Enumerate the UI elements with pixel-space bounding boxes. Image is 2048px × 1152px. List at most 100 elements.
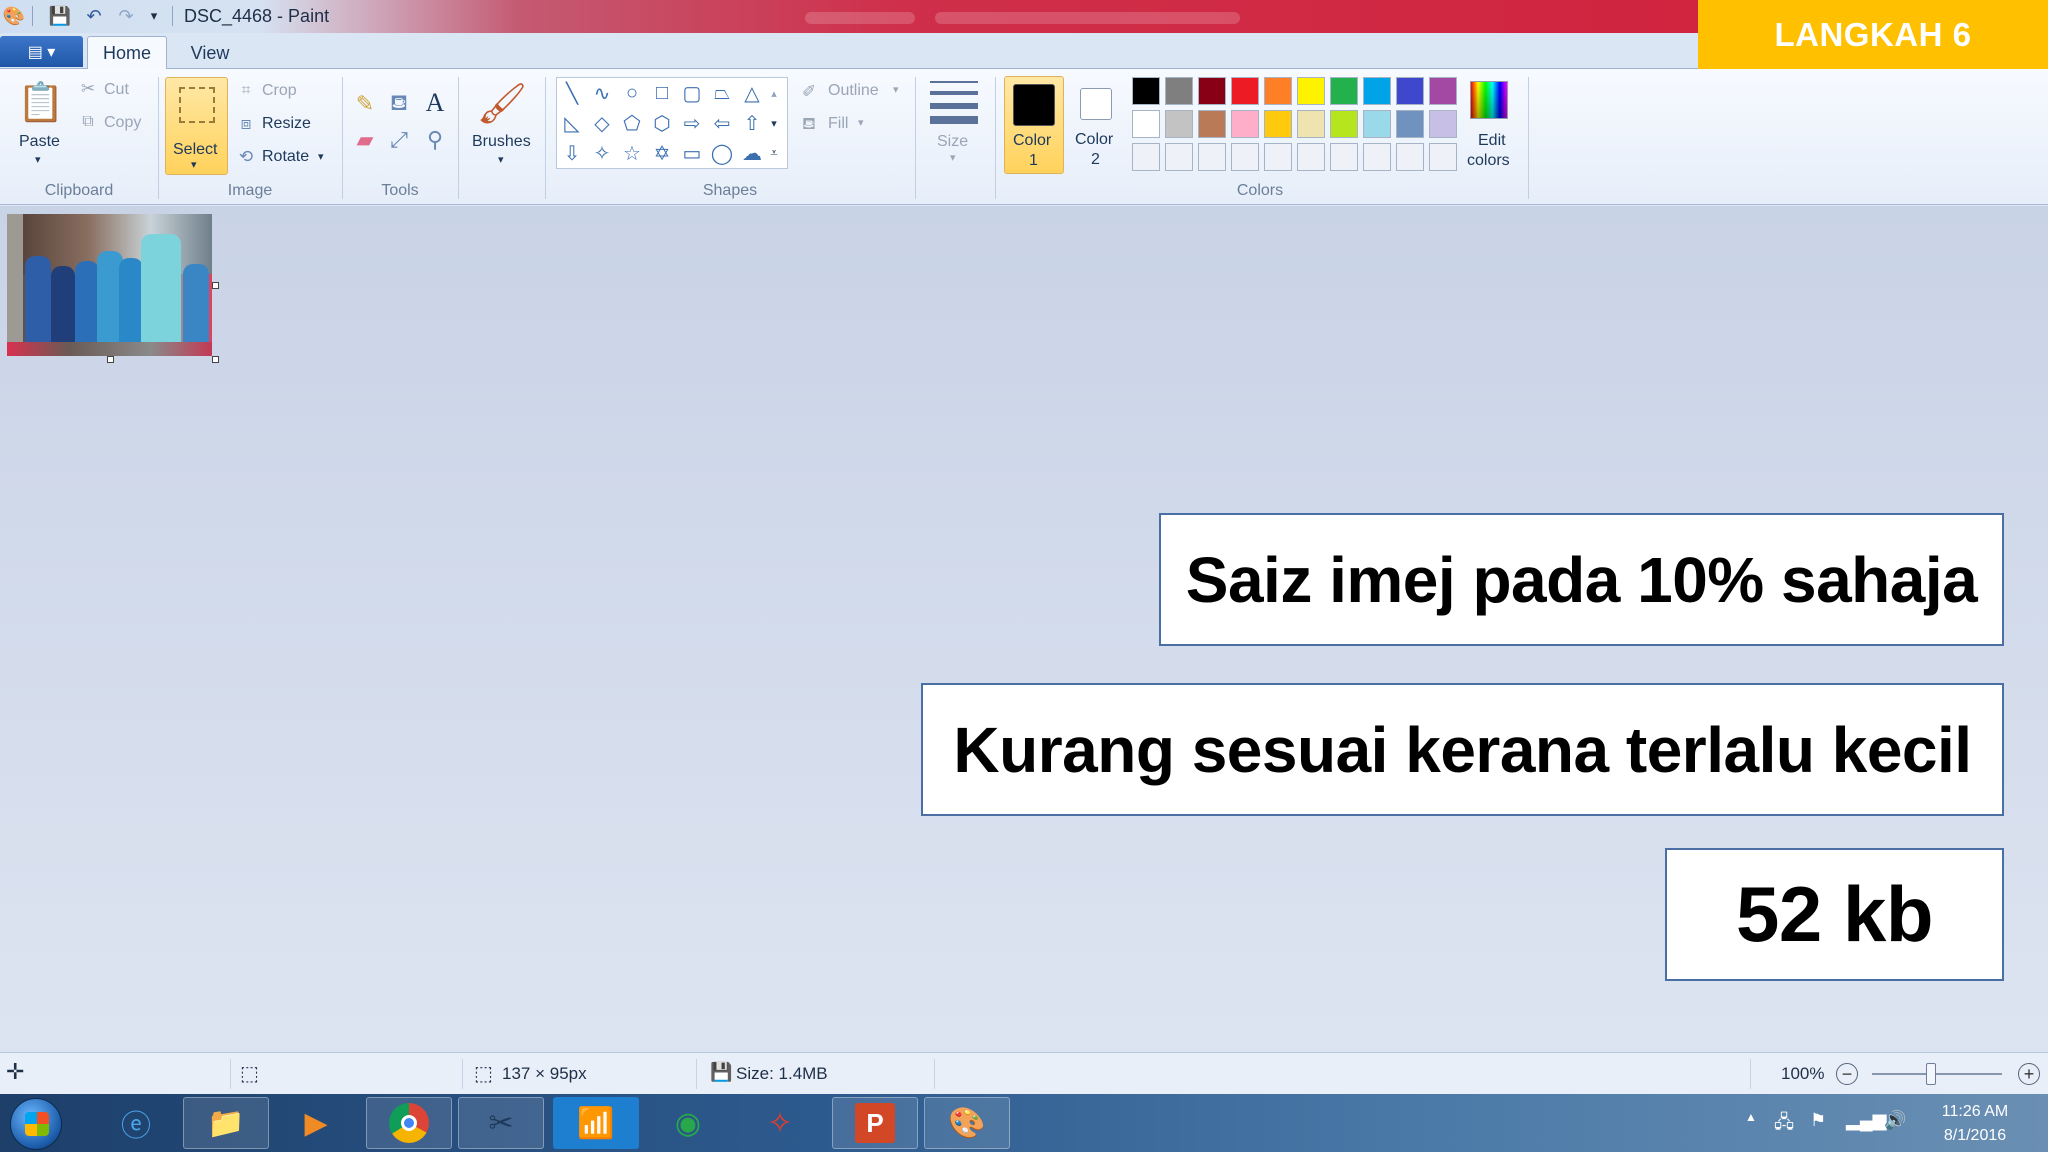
color-swatch[interactable] [1165, 77, 1193, 105]
empty-custom-color-swatch[interactable] [1396, 143, 1424, 171]
powerpoint-icon[interactable]: P [832, 1097, 918, 1149]
five-point-star-shape-icon[interactable]: ☆ [619, 140, 645, 166]
rectangle-shape-icon[interactable]: □ [649, 80, 675, 106]
empty-custom-color-swatch[interactable] [1231, 143, 1259, 171]
color-swatch[interactable] [1363, 110, 1391, 138]
down-arrow-shape-icon[interactable]: ⇩ [559, 140, 585, 166]
show-hidden-icons-icon[interactable]: ▲ [1745, 1110, 1757, 1124]
color-swatch[interactable] [1330, 77, 1358, 105]
volume-icon[interactable]: 🔊 [1884, 1110, 1906, 1131]
fill-dropdown-icon[interactable]: ▾ [858, 116, 864, 129]
tab-view[interactable]: View [178, 36, 242, 70]
file-menu-button[interactable]: ▤ ▾ [0, 36, 83, 67]
shapes-scroll-down-icon[interactable]: ▾ [763, 110, 785, 136]
paste-button[interactable]: Paste [19, 133, 60, 151]
four-point-star-shape-icon[interactable]: ✧ [589, 140, 615, 166]
curve-shape-icon[interactable]: ∿ [589, 80, 615, 106]
color-swatch[interactable] [1297, 77, 1325, 105]
text-tool-icon[interactable]: A [422, 88, 448, 117]
outline-button[interactable]: Outline [828, 82, 879, 100]
diamond-shape-icon[interactable]: ◇ [589, 110, 615, 136]
network-app-icon[interactable]: ◉ [645, 1097, 731, 1149]
empty-custom-color-swatch[interactable] [1264, 143, 1292, 171]
size-icon[interactable] [930, 81, 978, 125]
empty-custom-color-swatch[interactable] [1132, 143, 1160, 171]
start-button[interactable] [10, 1098, 62, 1150]
shapes-scroll-up-icon[interactable]: ▴ [763, 80, 785, 106]
paint-taskbar-icon[interactable]: 🎨 [924, 1097, 1010, 1149]
pencil-icon[interactable]: ✎ [352, 91, 378, 117]
action-center-flag-icon[interactable]: ⚑ [1810, 1110, 1826, 1131]
resize-handle-right[interactable] [212, 282, 219, 289]
magnifier-icon[interactable]: ⚲ [422, 127, 448, 153]
copy-button[interactable]: Copy [104, 114, 141, 132]
brushes-icon[interactable]: 🖌 [475, 77, 529, 129]
color-swatch[interactable] [1165, 110, 1193, 138]
oval-shape-icon[interactable]: ○ [619, 80, 645, 106]
color-swatch[interactable] [1363, 77, 1391, 105]
internet-explorer-icon[interactable]: ⓔ [93, 1097, 179, 1149]
color-swatch[interactable] [1231, 110, 1259, 138]
empty-custom-color-swatch[interactable] [1297, 143, 1325, 171]
fill-bucket-icon[interactable]: ⛾ [386, 90, 412, 117]
tab-home[interactable]: Home [87, 36, 167, 70]
ccleaner-icon[interactable]: ✧ [737, 1097, 823, 1149]
snipping-tool-icon[interactable]: ✂ [458, 1097, 544, 1149]
color-swatch[interactable] [1132, 110, 1160, 138]
color-swatch[interactable] [1297, 110, 1325, 138]
eraser-icon[interactable]: ▰ [352, 127, 378, 153]
wifi-icon[interactable]: 📶 [553, 1097, 639, 1149]
color1-button[interactable]: Color 1 [1004, 76, 1064, 174]
color-swatch[interactable] [1231, 77, 1259, 105]
empty-custom-color-swatch[interactable] [1198, 143, 1226, 171]
undo-icon[interactable]: ↶ [82, 5, 106, 27]
cut-button[interactable]: Cut [104, 81, 129, 99]
device-icon[interactable]: 🖧 [1774, 1110, 1794, 1140]
crop-button[interactable]: Crop [262, 82, 297, 100]
media-player-icon[interactable]: ▶ [273, 1097, 359, 1149]
oval-callout-shape-icon[interactable]: ◯ [709, 140, 735, 166]
fill-button[interactable]: Fill [828, 115, 848, 133]
rotate-dropdown-icon[interactable]: ▾ [318, 150, 324, 163]
color-swatch[interactable] [1330, 110, 1358, 138]
shapes-more-icon[interactable]: ⩡ [763, 140, 785, 166]
signal-icon[interactable]: ▂▄▆ [1846, 1110, 1886, 1131]
pentagon-shape-icon[interactable]: ⬠ [619, 110, 645, 136]
zoom-slider-thumb[interactable] [1925, 1063, 1936, 1085]
paint-app-icon[interactable]: 🎨 [2, 5, 26, 27]
customize-toolbar-icon[interactable]: ▾ [142, 5, 166, 27]
color-swatch[interactable] [1429, 77, 1457, 105]
color-swatch[interactable] [1396, 77, 1424, 105]
color-swatch[interactable] [1198, 110, 1226, 138]
taskbar-clock[interactable]: 11:26 AM 8/1/2016 [1920, 1100, 2030, 1148]
outline-dropdown-icon[interactable]: ▾ [893, 83, 899, 96]
image-canvas[interactable] [7, 214, 212, 356]
edit-colors-button[interactable]: Edit colors [1460, 77, 1520, 175]
cloud-callout-shape-icon[interactable]: ☁ [739, 140, 765, 166]
resize-handle-bottom[interactable] [107, 356, 114, 363]
right-triangle-shape-icon[interactable]: ◺ [559, 110, 585, 136]
zoom-in-button[interactable]: + [2018, 1063, 2040, 1085]
empty-custom-color-swatch[interactable] [1330, 143, 1358, 171]
line-shape-icon[interactable]: ╲ [559, 80, 585, 106]
empty-custom-color-swatch[interactable] [1363, 143, 1391, 171]
resize-button[interactable]: Resize [262, 115, 311, 133]
zoom-out-button[interactable]: − [1836, 1063, 1858, 1085]
polygon-shape-icon[interactable]: ⏢ [709, 80, 735, 106]
rounded-rectangle-shape-icon[interactable]: ▢ [679, 80, 705, 106]
triangle-shape-icon[interactable]: △ [739, 80, 765, 106]
six-point-star-shape-icon[interactable]: ✡ [649, 140, 675, 166]
color-swatch[interactable] [1396, 110, 1424, 138]
empty-custom-color-swatch[interactable] [1165, 143, 1193, 171]
save-icon[interactable]: 💾 [48, 5, 72, 27]
clipboard-icon[interactable]: 📋 [17, 77, 64, 129]
zoom-slider[interactable] [1872, 1073, 2002, 1075]
color-swatch[interactable] [1264, 77, 1292, 105]
brushes-dropdown-icon[interactable]: ▾ [498, 153, 504, 166]
hexagon-shape-icon[interactable]: ⬡ [649, 110, 675, 136]
color-swatch[interactable] [1264, 110, 1292, 138]
file-explorer-icon[interactable]: 📁 [183, 1097, 269, 1149]
size-button[interactable]: Size [937, 133, 968, 151]
up-arrow-shape-icon[interactable]: ⇧ [739, 110, 765, 136]
color-swatch[interactable] [1429, 110, 1457, 138]
